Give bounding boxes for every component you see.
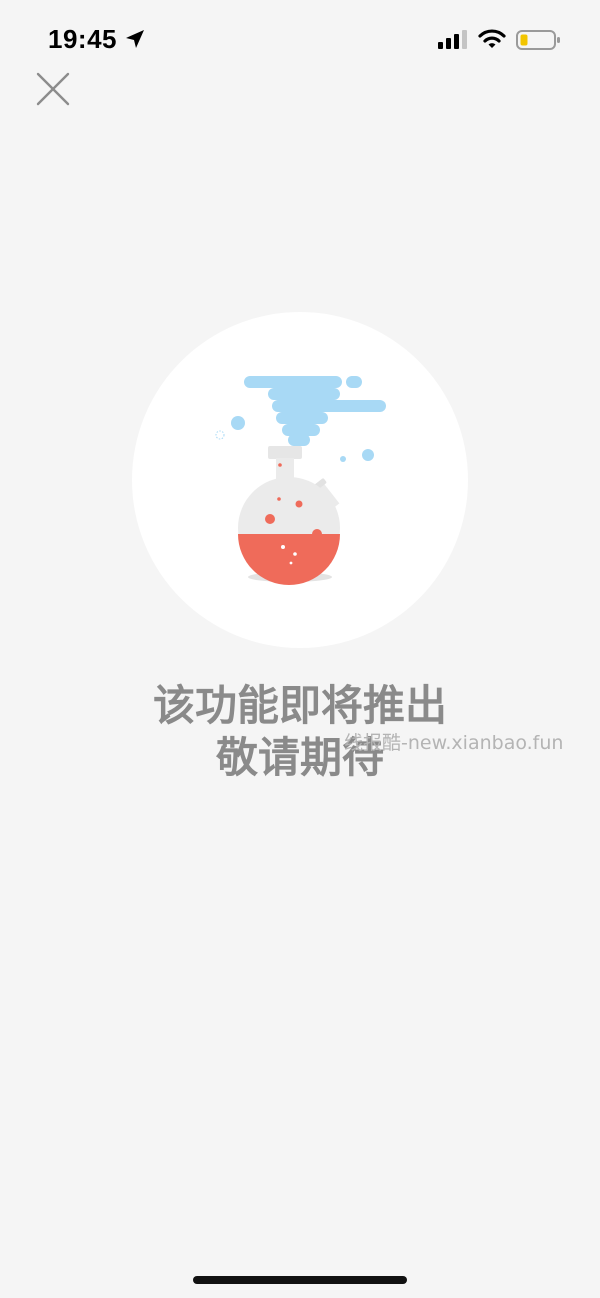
wifi-icon xyxy=(478,29,506,48)
status-time: 19:45 xyxy=(48,24,117,54)
message-line-1: 该功能即将推出 xyxy=(152,681,447,730)
flask-body xyxy=(238,446,340,585)
close-icon xyxy=(36,72,70,106)
steam-cloud-icon xyxy=(231,376,386,462)
cellular-signal-icon xyxy=(438,30,467,49)
battery-low-icon xyxy=(516,30,560,50)
close-button[interactable] xyxy=(30,66,76,112)
flask-icon xyxy=(215,376,386,585)
status-bar: 19:45 xyxy=(0,0,600,80)
watermark-text: 线报酷-new.xianbao.fun xyxy=(344,732,564,754)
home-indicator[interactable] xyxy=(193,1276,407,1284)
coming-soon-illustration xyxy=(132,312,468,648)
location-arrow-icon xyxy=(126,30,144,48)
